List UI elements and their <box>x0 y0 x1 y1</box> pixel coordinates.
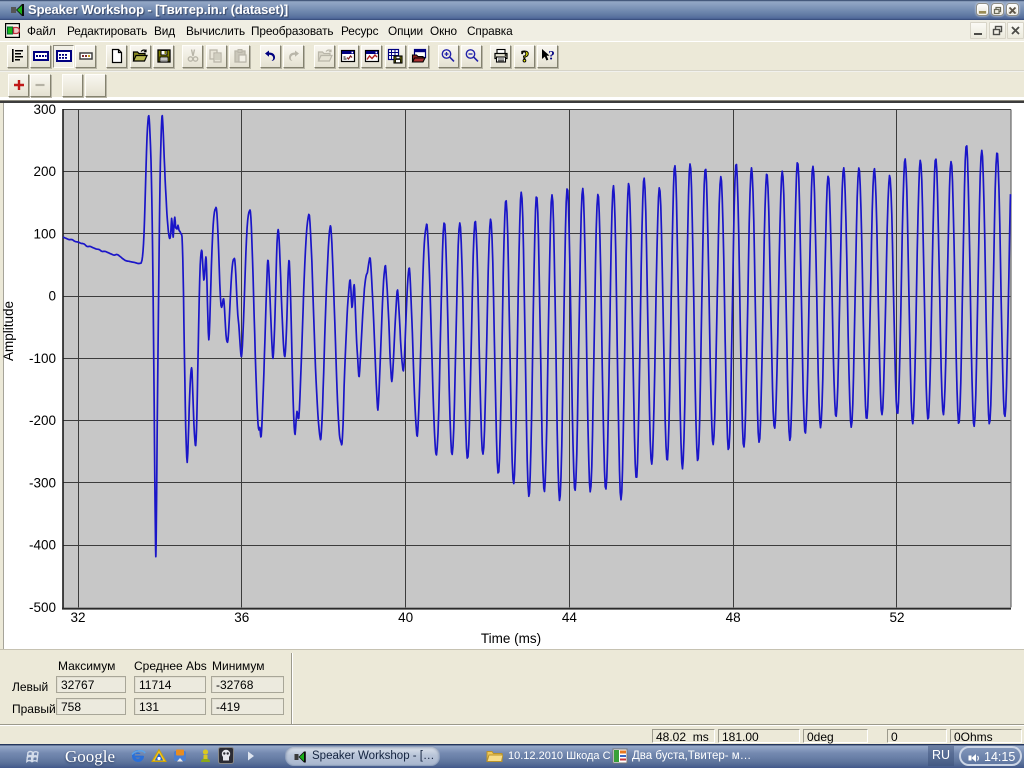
svg-text:0: 0 <box>48 289 56 304</box>
svg-text:52: 52 <box>889 610 904 625</box>
svg-text:44: 44 <box>562 610 578 625</box>
svg-text:100: 100 <box>33 227 56 242</box>
svg-text:-200: -200 <box>29 413 56 428</box>
svg-text:48: 48 <box>726 610 741 625</box>
svg-text:?: ? <box>548 48 555 63</box>
svg-text:Time (ms): Time (ms) <box>481 631 541 646</box>
svg-text:-300: -300 <box>29 475 56 490</box>
svg-text:32: 32 <box>70 610 85 625</box>
svg-text:300: 300 <box>33 103 56 117</box>
svg-text:-500: -500 <box>29 600 56 615</box>
svg-text:40: 40 <box>398 610 413 625</box>
svg-text:-100: -100 <box>29 351 56 366</box>
svg-text:Amplitude: Amplitude <box>1 301 16 361</box>
svg-text:200: 200 <box>33 164 56 179</box>
svg-text:?: ? <box>520 48 529 64</box>
svg-text:36: 36 <box>234 610 249 625</box>
svg-text:-400: -400 <box>29 538 56 553</box>
